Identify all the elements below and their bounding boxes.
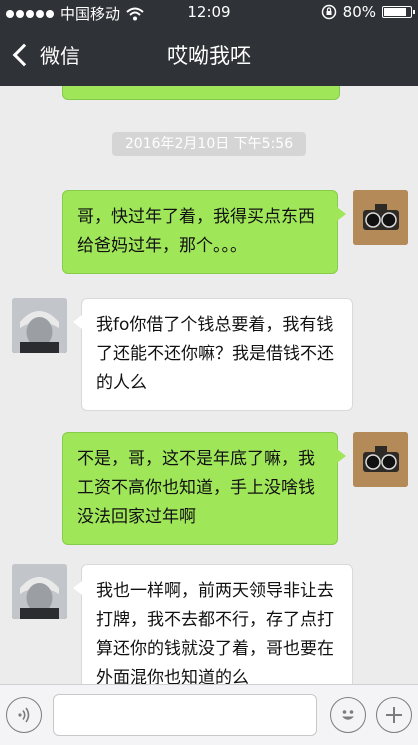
- message-text: 我也一样啊，前两天领导非让去打牌，我不去都不行，存了点打算还你的钱就没了着，哥也…: [96, 581, 334, 684]
- my-avatar[interactable]: [353, 432, 408, 487]
- emoji-button[interactable]: [330, 697, 366, 733]
- message-input[interactable]: [53, 694, 317, 736]
- plus-icon: [386, 707, 402, 723]
- message-timestamp: 2016年2月10日 下午5:56: [112, 132, 306, 156]
- contact-avatar-image: [12, 564, 67, 619]
- previous-message-bubble[interactable]: [62, 86, 340, 100]
- battery-percent: 80%: [342, 3, 376, 21]
- emoji-icon: [342, 710, 354, 720]
- sent-message-bubble[interactable]: 哥，快过年了着，我得买点东西给爸妈过年，那个。。。: [62, 190, 346, 274]
- camera-avatar-image: [353, 190, 408, 245]
- camera-avatar-image: [353, 432, 408, 487]
- received-message-bubble[interactable]: 我也一样啊，前两天领导非让去打牌，我不去都不行，存了点打算还你的钱就没了着，哥也…: [73, 564, 353, 684]
- status-right: 80%: [321, 3, 415, 21]
- voice-button[interactable]: [6, 697, 42, 733]
- status-bar: 中国移动 12:09 80%: [0, 0, 418, 24]
- nav-bar: 微信 哎呦我呸: [0, 24, 418, 86]
- contact-avatar[interactable]: [12, 298, 67, 353]
- battery-icon: [382, 6, 415, 18]
- contact-avatar-image: [12, 298, 67, 353]
- add-button[interactable]: [376, 697, 412, 733]
- message-text: 哥，快过年了着，我得买点东西给爸妈过年，那个。。。: [77, 207, 315, 256]
- message-text: 我fo你借了个钱总要着，我有钱了还能不还你嘛？我是借钱不还的人么: [96, 315, 334, 393]
- message-text: 不是，哥，这不是年底了嘛，我工资不高你也知道，手上没啥钱没法回家过年啊: [77, 449, 315, 527]
- chat-title: 哎呦我呸: [167, 44, 251, 68]
- input-bar: [0, 684, 418, 745]
- rotation-lock-icon: [321, 4, 336, 20]
- contact-avatar[interactable]: [12, 564, 67, 619]
- sent-message-bubble[interactable]: 不是，哥，这不是年底了嘛，我工资不高你也知道，手上没啥钱没法回家过年啊: [62, 432, 346, 545]
- my-avatar[interactable]: [353, 190, 408, 245]
- voice-icon: [18, 707, 30, 723]
- chat-area[interactable]: 2016年2月10日 下午5:56 哥，快过年了着，我得买点东西给爸妈过年，那个…: [0, 86, 418, 684]
- battery-fill: [384, 8, 407, 16]
- received-message-bubble[interactable]: 我fo你借了个钱总要着，我有钱了还能不还你嘛？我是借钱不还的人么: [73, 298, 353, 411]
